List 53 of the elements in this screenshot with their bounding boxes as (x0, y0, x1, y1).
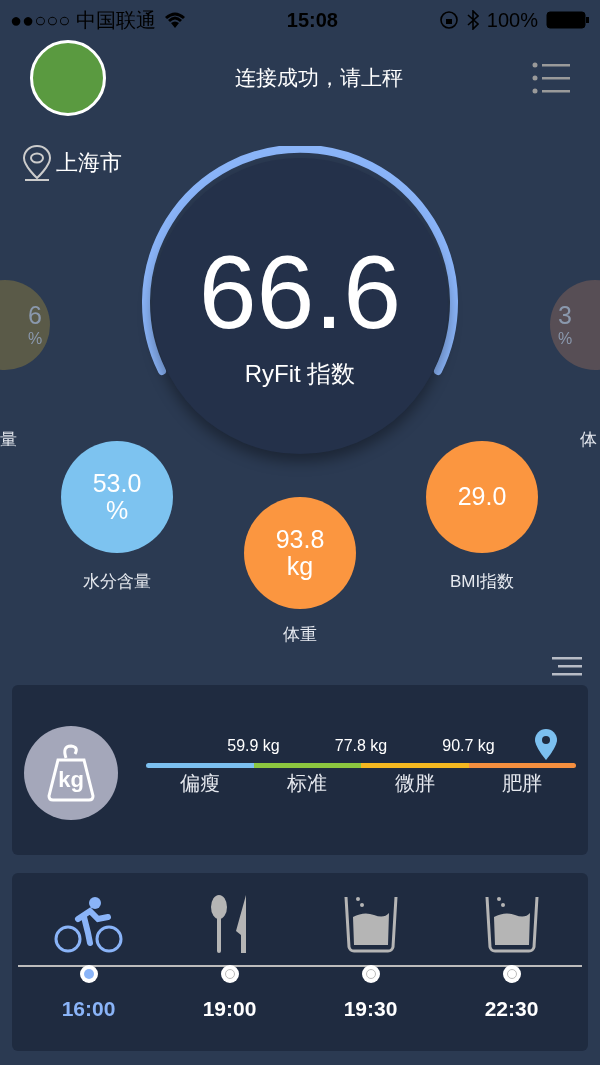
metric-label: 体重 (283, 624, 317, 646)
metric-value: 93.8 (275, 525, 325, 553)
battery-icon (546, 11, 590, 29)
threshold-label: 77.8 kg (334, 737, 388, 755)
weight-unit-label: kg (58, 767, 84, 793)
timeline-node[interactable] (79, 965, 98, 983)
metric-unit: % (27, 329, 43, 348)
metric-label: 量 (0, 429, 17, 451)
metric-label: 体 (580, 429, 597, 451)
metric-circle[interactable]: 93.8 kg (244, 497, 356, 609)
metric-value: 53.0 (92, 469, 142, 497)
battery-percent: 100% (486, 8, 538, 32)
weight-icon (46, 744, 96, 802)
metric-unit: % (557, 329, 573, 348)
location-pin-icon (22, 144, 52, 182)
metric-unit: % (105, 497, 129, 525)
schedule-time: 19:00 (202, 997, 257, 1021)
side-metric-circle[interactable]: 3 % (550, 280, 600, 370)
metric-value: 3 (558, 302, 572, 330)
range-label: 标准 (286, 771, 329, 796)
clock-time: 15:08 (286, 8, 338, 32)
timeline-node[interactable] (502, 965, 521, 983)
menu-icon[interactable] (532, 62, 570, 94)
schedule-time: 22:30 (484, 997, 539, 1021)
range-label: 微胖 (393, 771, 436, 796)
schedule-time: 19:30 (343, 997, 398, 1021)
bluetooth-icon (466, 10, 479, 30)
threshold-label: 59.9 kg (227, 737, 280, 755)
timeline-node[interactable] (220, 965, 239, 983)
connection-status-title: 连接成功，请上秤 (234, 65, 404, 91)
carrier-text: ●●○○○ 中国联通 (10, 7, 156, 33)
side-metric-circle[interactable]: 6 % (0, 280, 50, 370)
location-text[interactable]: 上海市 (56, 148, 122, 178)
metric-label: BMI指数 (449, 571, 515, 593)
range-label: 肥胖 (501, 771, 544, 796)
water-glass-icon (484, 895, 539, 953)
schedule-time: 16:00 (61, 997, 116, 1021)
metric-label: 水分含量 (83, 571, 151, 593)
score-value: 66.6 (198, 232, 402, 352)
water-glass-icon (343, 895, 398, 953)
metric-unit: kg (286, 553, 314, 581)
threshold-label: 90.7 kg (442, 737, 495, 755)
metric-circle[interactable]: 53.0 % (61, 441, 173, 553)
list-icon[interactable] (552, 657, 582, 677)
wifi-icon (163, 12, 186, 28)
metric-circle[interactable]: 29.0 (426, 441, 538, 553)
rotation-lock-icon (438, 10, 459, 30)
timeline-node[interactable] (361, 965, 380, 983)
metric-value: 6 (28, 302, 42, 330)
metric-value: 29.0 (457, 483, 507, 511)
range-label: 偏瘦 (178, 771, 221, 796)
score-label: RyFit 指数 (244, 358, 356, 389)
cyclist-icon (53, 897, 124, 953)
